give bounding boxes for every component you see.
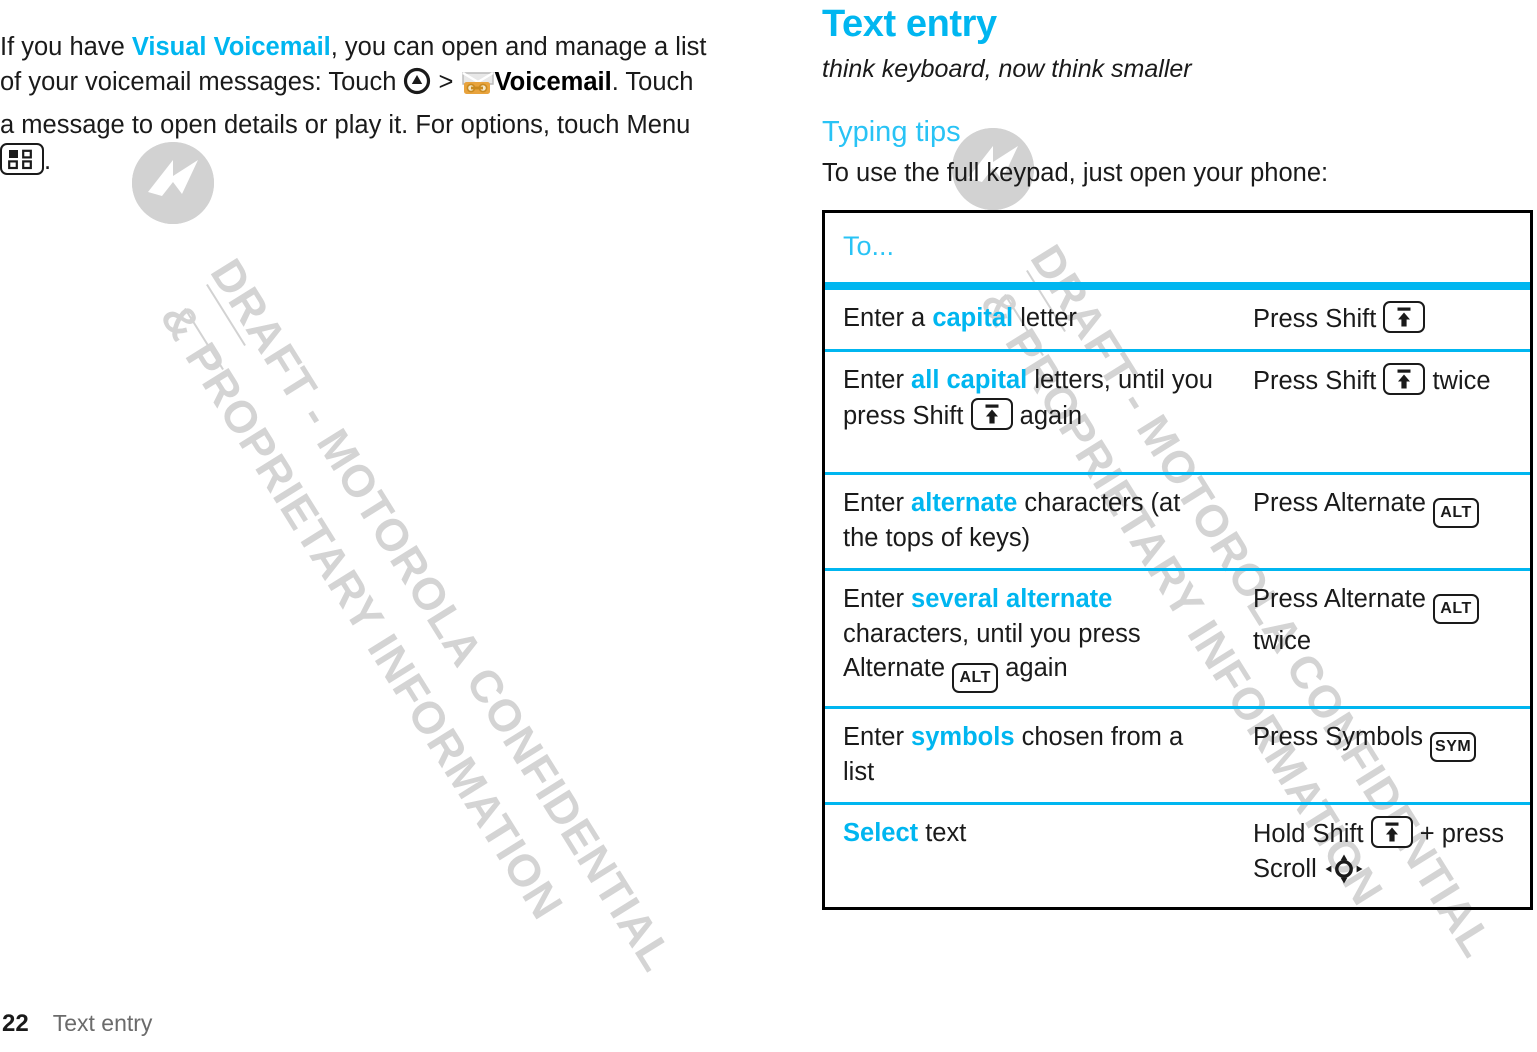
section-lead-text: To use the full keypad, just open your p… <box>822 159 1329 187</box>
cell-text: Press Alternate <box>1253 585 1434 613</box>
cell-text: again <box>998 654 1068 682</box>
scroll-nav-icon <box>1324 853 1364 895</box>
table-cell-to: Enter symbols chosen from a list <box>825 709 1235 802</box>
cell-text: Enter <box>843 585 912 613</box>
cell-text: text <box>918 819 967 847</box>
watermark-rule-2 <box>206 283 246 347</box>
cell-text: twice <box>1425 367 1491 395</box>
cell-text: letter <box>1013 303 1077 332</box>
table-header-do <box>1235 213 1530 282</box>
shift-key-icon <box>1383 363 1426 395</box>
cell-text: Press Symbols <box>1253 723 1431 751</box>
table-row: Enter alternate characters (at the tops … <box>825 472 1530 568</box>
touch-up-arrow-icon <box>403 67 431 106</box>
table-cell-do: Press Shift twice <box>1235 352 1530 472</box>
cell-text: Press Shift <box>1253 304 1384 333</box>
table-cell-do: Press Shift <box>1235 290 1530 350</box>
table-cell-do: Press Alternate ALT twice <box>1235 571 1530 706</box>
para-seg-3: > <box>431 68 461 96</box>
cell-text: Enter a <box>843 303 933 332</box>
cell-highlight: capital <box>932 303 1014 332</box>
cell-highlight: alternate <box>911 489 1018 517</box>
table-row: Select text Hold Shift + press Scroll <box>825 802 1530 907</box>
table-cell-to: Enter alternate characters (at the tops … <box>825 475 1235 568</box>
table-cell-do: Press Alternate ALT <box>1235 475 1530 568</box>
left-column: If you have Visual Voicemail, you can op… <box>0 4 712 205</box>
section-heading-typing-tips: Typing tips <box>822 116 961 148</box>
table-cell-to: Enter several alternate characters, unti… <box>825 571 1235 706</box>
watermark-text-line1: DRAFT - MOTOROLA CONFIDENTIAL <box>200 250 684 980</box>
alt-key-icon: ALT <box>952 663 999 693</box>
table-cell-to: Enter all capital letters, until you pre… <box>825 352 1235 472</box>
page-title: Text entry <box>822 3 997 45</box>
cell-highlight: all capital <box>911 366 1028 394</box>
voicemail-label: Voicemail <box>494 68 612 96</box>
cell-text: Enter <box>843 489 912 517</box>
cell-highlight: several alternate <box>911 585 1113 613</box>
cell-text: twice <box>1253 627 1312 655</box>
page-number: 22 <box>2 1010 29 1037</box>
voicemail-paragraph: If you have Visual Voicemail, you can op… <box>0 30 712 180</box>
table-row: Enter several alternate characters, unti… <box>825 568 1530 706</box>
table-header-row: To... <box>825 213 1530 287</box>
table-row: Enter all capital letters, until you pre… <box>825 349 1530 472</box>
cell-highlight: Select <box>843 819 919 847</box>
table-cell-to: Enter a capital letter <box>825 290 1235 350</box>
shift-key-icon <box>970 397 1013 430</box>
watermark-rule <box>184 307 224 371</box>
cell-text: again <box>1012 401 1083 430</box>
menu-grid-icon <box>0 143 44 175</box>
table-cell-do: Hold Shift + press Scroll <box>1235 805 1530 907</box>
para-seg-5: . <box>44 147 52 175</box>
table-header-to: To... <box>843 231 895 261</box>
shift-key-icon <box>1370 816 1413 848</box>
right-column: Text entry think keyboard, now think sma… <box>822 0 1537 191</box>
typing-tips-table: To... Enter a capital letter Press Shift… <box>822 210 1533 910</box>
shift-key-icon <box>1383 300 1426 333</box>
watermark-text-line2: & PROPRIETARY INFORMATION <box>150 294 574 929</box>
cell-text: Press Shift <box>1253 367 1384 395</box>
table-row: Enter a capital letter Press Shift <box>825 286 1530 350</box>
cell-text: Press Alternate <box>1253 489 1434 517</box>
sym-key-icon: SYM <box>1430 732 1477 762</box>
alt-key-icon: ALT <box>1433 498 1480 528</box>
cell-text: Enter <box>843 723 912 751</box>
visual-voicemail-term: Visual Voicemail <box>131 32 331 61</box>
cell-text: Enter <box>843 366 912 394</box>
table-cell-to: Select text <box>825 805 1235 907</box>
table-cell-do: Press Symbols SYM <box>1235 709 1530 802</box>
para-seg-1: If you have <box>0 32 132 61</box>
alt-key-icon: ALT <box>1433 594 1480 624</box>
table-row: Enter symbols chosen from a list Press S… <box>825 706 1530 802</box>
voicemail-envelope-icon <box>461 70 495 108</box>
footer-section-label: Text entry <box>52 1010 153 1036</box>
cell-text: Hold Shift <box>1253 820 1371 848</box>
page-footer: 22 Text entry <box>2 1010 152 1038</box>
page-subtitle: think keyboard, now think smaller <box>822 55 1192 83</box>
cell-highlight: symbols <box>911 723 1015 751</box>
